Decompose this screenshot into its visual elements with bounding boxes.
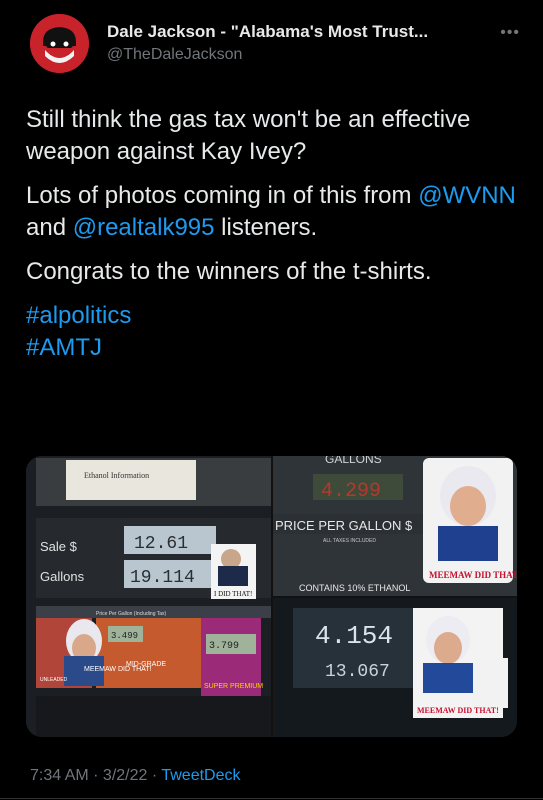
tweet-line-1: Still think the gas tax won't be an effe… bbox=[26, 106, 471, 165]
divider bbox=[0, 798, 543, 799]
photo-gas-pump-2[interactable]: GALLONS 4.299 PRICE PER GALLON $ ALL TAX… bbox=[273, 456, 517, 596]
price-strip: Price Per Gallon (Including Tax) bbox=[96, 611, 167, 617]
photo-2-price: 4.299 bbox=[321, 480, 381, 503]
user-handle[interactable]: @TheDaleJackson bbox=[107, 46, 497, 64]
photo-2-illustration: GALLONS 4.299 PRICE PER GALLON $ ALL TAX… bbox=[273, 456, 517, 596]
gallons-label: Gallons bbox=[40, 569, 85, 584]
avatar[interactable] bbox=[30, 14, 89, 73]
sale-value: 12.61 bbox=[134, 534, 188, 554]
photo-gas-pump-3[interactable]: 4.154 13.067 MEEMAW DID THAT! bbox=[273, 598, 517, 737]
photo-gas-pump-1[interactable]: MEEMAW DID THAT! Ethanol Information Sal… bbox=[26, 456, 271, 737]
photo-3-second-value: 13.067 bbox=[325, 662, 390, 682]
tweet-text: Still think the gas tax won't be an effe… bbox=[26, 104, 521, 364]
sticker-did-that: I DID THAT! bbox=[214, 590, 252, 598]
media-grid: MEEMAW DID THAT! Ethanol Information Sal… bbox=[26, 456, 517, 737]
grade-unleaded: UNLEADED bbox=[40, 677, 68, 683]
photo-2-price-per-gallon: PRICE PER GALLON $ bbox=[275, 518, 413, 533]
tweet-text-segment: and bbox=[26, 214, 73, 241]
tweet-text-segment: Lots of photos coming in of this from bbox=[26, 182, 419, 209]
sale-label: Sale $ bbox=[40, 539, 78, 554]
mention-realtalk995[interactable]: @realtalk995 bbox=[73, 214, 215, 241]
hashtag-alpolitics[interactable]: #alpolitics bbox=[26, 302, 131, 329]
photo-2-ethanol: CONTAINS 10% ETHANOL bbox=[299, 583, 410, 593]
mention-wvnn[interactable]: @WVNN bbox=[418, 182, 516, 209]
tweet-source-link[interactable]: TweetDeck bbox=[161, 767, 240, 784]
photo-3-sticker: MEEMAW DID THAT! bbox=[417, 706, 499, 715]
footer-separator: · bbox=[88, 767, 103, 784]
price-mid: 3.499 bbox=[111, 631, 138, 641]
footer-separator: · bbox=[147, 767, 162, 784]
ethanol-title: Ethanol Information bbox=[84, 471, 149, 480]
photo-2-taxes: ALL TAXES INCLUDED bbox=[323, 538, 376, 544]
author-names: Dale Jackson - "Alabama's Most Trust... … bbox=[107, 22, 497, 64]
photo-3-illustration: 4.154 13.067 MEEMAW DID THAT! bbox=[273, 598, 517, 737]
photo-1-illustration: MEEMAW DID THAT! Ethanol Information Sal… bbox=[26, 456, 271, 737]
price-right: 3.799 bbox=[209, 641, 239, 652]
tweet-text-segment: listeners. bbox=[214, 214, 318, 241]
display-name[interactable]: Dale Jackson - "Alabama's Most Trust... bbox=[107, 22, 497, 42]
tweet-footer: 7:34 AM · 3/2/22 · TweetDeck bbox=[30, 767, 240, 785]
photo-3-price: 4.154 bbox=[315, 621, 393, 651]
tweet-header: Dale Jackson - "Alabama's Most Trust... … bbox=[30, 14, 520, 74]
more-options-icon[interactable]: ••• bbox=[500, 24, 520, 42]
tweet-time[interactable]: 7:34 AM bbox=[30, 767, 89, 784]
grade-mid: MID-GRADE bbox=[126, 661, 166, 668]
photo-2-gallons-label: GALLONS bbox=[325, 456, 382, 466]
photo-2-sticker: MEEMAW DID THAT! bbox=[429, 570, 517, 580]
hashtag-amtj[interactable]: #AMTJ bbox=[26, 334, 102, 361]
tweet-line-2: Lots of photos coming in of this from @W… bbox=[26, 180, 521, 244]
tweet-date[interactable]: 3/2/22 bbox=[103, 767, 147, 784]
avatar-illustration bbox=[30, 14, 89, 73]
grade-premium: SUPER PREMIUM bbox=[204, 683, 263, 690]
hashtags: #alpolitics #AMTJ bbox=[26, 300, 521, 364]
gallons-value: 19.114 bbox=[130, 568, 195, 588]
tweet-line-3: Congrats to the winners of the t-shirts. bbox=[26, 258, 432, 285]
